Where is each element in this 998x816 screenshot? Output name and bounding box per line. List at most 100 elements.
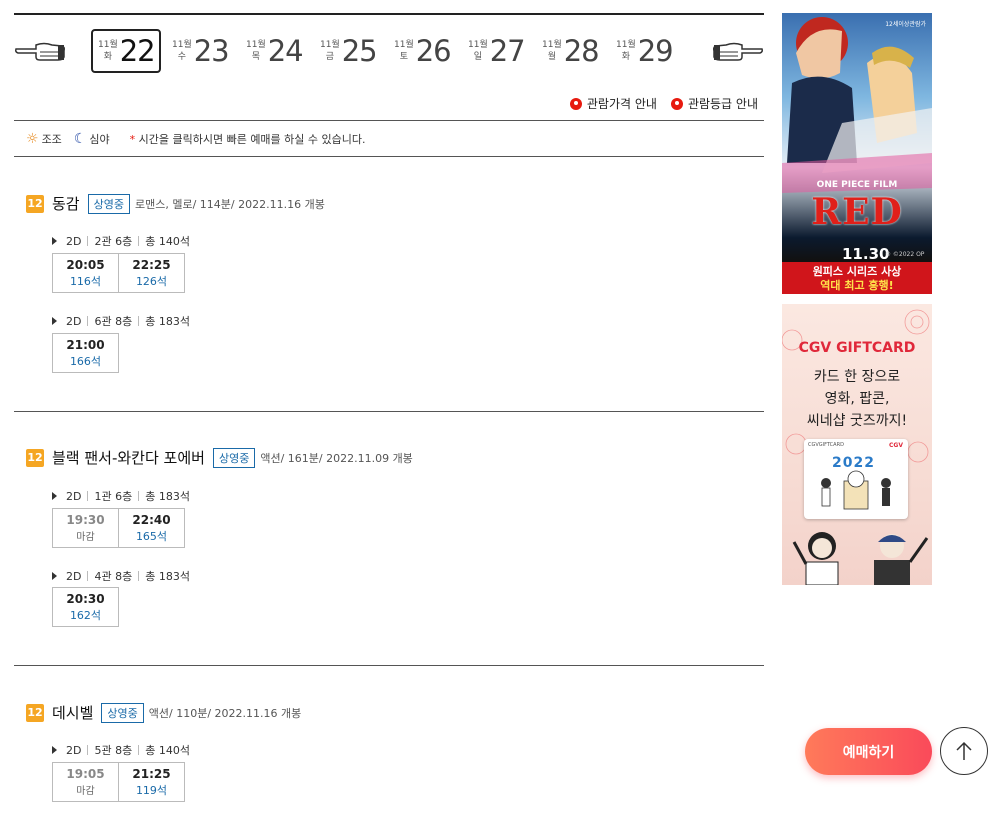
age-tagline: 12세이상관람가 <box>885 21 926 28</box>
movie-header: 12 블랙 팬서-와칸다 포에버 상영중 액션/ 161분/ 2022.11.0… <box>26 447 413 468</box>
location-pin-icon <box>670 97 683 110</box>
date-month: 11월 <box>542 40 562 50</box>
showtime-list: 20:30 162석 <box>52 587 119 627</box>
arrow-up-icon <box>956 741 972 760</box>
giftcard-ad-banner[interactable]: CGV GIFTCARD 카드 한 장으로 영화, 팝콘, 씨네샵 굿즈까지! … <box>782 304 932 585</box>
showtime-time: 21:25 <box>132 766 171 781</box>
showtime-button[interactable]: 21:25 119석 <box>118 762 185 802</box>
date-item-29[interactable]: 11월 화 29 <box>616 29 674 73</box>
release-date: 11.30 <box>842 245 890 263</box>
movie-title[interactable]: 동감 <box>52 193 80 214</box>
date-day: 24 <box>267 34 304 68</box>
legend-note-text: 시간을 클릭하시면 빠른 예매를 하실 수 있습니다. <box>138 132 366 146</box>
giftcard-image: CGVGIFTCARD CGV 2022 <box>804 439 908 519</box>
showtime-list: 19:30 마감 22:40 165석 <box>52 508 185 548</box>
showtime-button-closed: 19:30 마감 <box>52 508 119 548</box>
hall-info: 2D 4관 8층 총 183석 <box>52 568 190 584</box>
showtime-time: 19:30 <box>66 513 105 527</box>
sun-icon: ☼ <box>26 130 39 147</box>
showtime-time: 20:05 <box>66 257 105 272</box>
showtime-button-closed: 19:05 마감 <box>52 762 119 802</box>
hall-name: 2관 6층 <box>94 235 133 248</box>
date-day: 22 <box>119 34 156 68</box>
legend-night-label: 심야 <box>89 132 110 146</box>
date-weekday: 목 <box>251 52 260 62</box>
date-weekday: 화 <box>103 52 112 62</box>
date-month: 11월 <box>394 40 414 50</box>
showtime-seats: 119석 <box>135 783 168 797</box>
hall-info: 2D 5관 8층 총 140석 <box>52 742 190 758</box>
rating-info-link[interactable]: 관람등급 안내 <box>670 95 758 112</box>
date-day: 25 <box>341 34 378 68</box>
date-month: 11월 <box>98 40 118 50</box>
movie-meta: 로맨스, 멜로/ 114분/ 2022.11.16 개봉 <box>134 197 325 211</box>
pointing-hand-right-icon[interactable] <box>712 39 764 63</box>
status-badge: 상영중 <box>101 702 144 723</box>
giftcard-line1: 카드 한 장으로 <box>813 369 901 385</box>
date-strip: 11월 화 22 11월 수 23 11월 목 24 11월 금 25 11월 토 26 … <box>14 13 764 83</box>
info-links: 관람가격 안내 관람등급 안내 <box>569 95 758 112</box>
showtime-seats: 166석 <box>69 354 102 368</box>
date-item-28[interactable]: 11월 월 28 <box>542 29 600 73</box>
showtime-button[interactable]: 22:40 165석 <box>118 508 185 548</box>
legend-note: * 시간을 클릭하시면 빠른 예매를 하실 수 있습니다. <box>130 131 366 147</box>
date-day: 27 <box>489 34 526 68</box>
scroll-top-button[interactable] <box>940 727 988 775</box>
banner-line1: 원피스 시리즈 사상 <box>812 265 902 278</box>
status-badge: 상영중 <box>87 193 130 214</box>
reserve-button[interactable]: 예매하기 <box>805 728 932 775</box>
hall-seats: 총 183석 <box>145 490 190 503</box>
note-star: * <box>129 132 136 146</box>
showtime-seats: 116석 <box>69 274 102 288</box>
date-item-22[interactable]: 11월화 22 <box>91 29 161 73</box>
showtime-button[interactable]: 21:00 166석 <box>52 333 119 373</box>
date-weekday: 일 <box>473 52 482 62</box>
showtime-closed-label: 마감 <box>76 786 95 797</box>
age-rating-badge: 12 <box>26 703 44 722</box>
banner-line2: 역대 최고 흥행! <box>820 279 894 292</box>
onepiece-ad-banner[interactable]: 12세이상관람가 ONE PIECE FILM RED 11.30 © ©202… <box>782 13 932 294</box>
date-item-23[interactable]: 11월 수 23 <box>172 29 230 73</box>
date-item-26[interactable]: 11월 토 26 <box>394 29 452 73</box>
showtime-seats: 162석 <box>69 608 102 622</box>
movie-title[interactable]: 블랙 팬서-와칸다 포에버 <box>52 447 205 468</box>
showtime-button[interactable]: 20:05 116석 <box>52 253 119 293</box>
showtime-closed-label: 마감 <box>76 532 95 543</box>
price-info-link[interactable]: 관람가격 안내 <box>569 95 657 112</box>
film-label: ONE PIECE FILM <box>816 180 898 190</box>
moon-icon: ☾ <box>73 130 87 147</box>
date-month: 11월 <box>172 40 192 50</box>
date-weekday: 화 <box>621 52 630 62</box>
giftcard-copy: 카드 한 장으로 영화, 팝콘, 씨네샵 굿즈까지! <box>782 366 932 432</box>
copyright: © ©2022 OP <box>885 251 925 258</box>
showtime-list: 21:00 166석 <box>52 333 119 373</box>
pointing-hand-left-icon[interactable] <box>14 39 66 63</box>
showtime-button[interactable]: 20:30 162석 <box>52 587 119 627</box>
hall-name: 5관 8층 <box>94 744 133 757</box>
hall-name: 1관 6층 <box>94 490 133 503</box>
status-badge: 상영중 <box>212 447 256 468</box>
date-day: 23 <box>193 34 230 68</box>
date-item-25[interactable]: 11월 금 25 <box>320 29 378 73</box>
date-month: 11월 <box>468 40 488 50</box>
hall-seats: 총 140석 <box>145 744 190 757</box>
date-month: 11월 <box>616 40 636 50</box>
hall-info: 2D 2관 6층 총 140석 <box>52 233 190 249</box>
date-day: 28 <box>563 34 600 68</box>
showtime-time: 19:05 <box>66 767 105 781</box>
movie-meta: 액션/ 161분/ 2022.11.09 개봉 <box>260 451 413 465</box>
age-rating-badge: 12 <box>26 194 44 213</box>
movie-title[interactable]: 데시벨 <box>52 702 93 723</box>
showtime-button[interactable]: 22:25 126석 <box>118 253 185 293</box>
age-rating-badge: 12 <box>26 448 44 467</box>
reserve-button-label: 예매하기 <box>842 744 895 761</box>
hall-format: 2D <box>66 743 82 757</box>
showtime-time: 20:30 <box>66 591 105 606</box>
popcorn-illustration <box>821 470 891 510</box>
people-illustration <box>792 532 929 585</box>
date-item-27[interactable]: 11월일 27 <box>468 29 526 73</box>
date-item-24[interactable]: 11월 목 24 <box>246 29 304 73</box>
hall-format: 2D <box>66 569 82 583</box>
price-info-label: 관람가격 안내 <box>586 97 657 111</box>
legend-morning: ☼ 조조 <box>26 131 62 147</box>
